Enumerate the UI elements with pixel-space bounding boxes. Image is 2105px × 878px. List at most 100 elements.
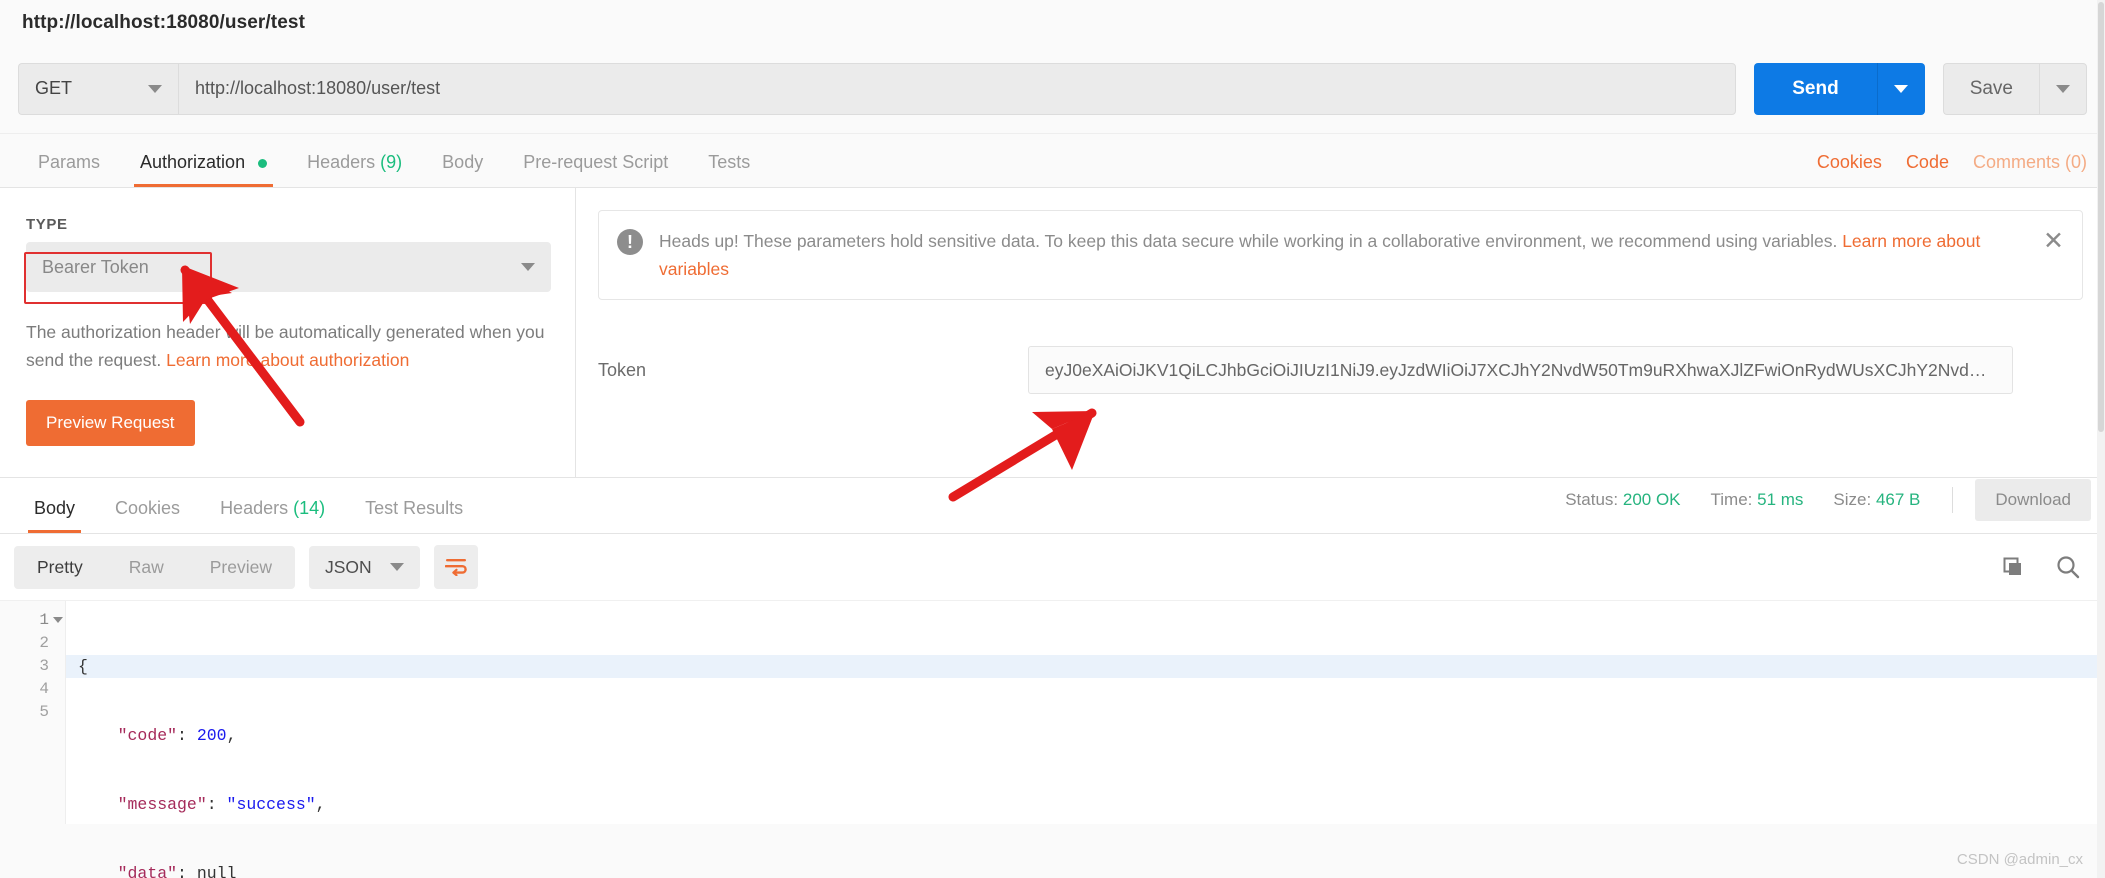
time-value: 51 ms — [1757, 490, 1804, 509]
authorization-config-pane: ! Heads up! These parameters hold sensit… — [576, 188, 2105, 477]
size-label: Size: — [1833, 490, 1872, 509]
cookies-link[interactable]: Cookies — [1817, 152, 1882, 173]
authorization-type-pane: TYPE Bearer Token The authorization head… — [0, 188, 576, 477]
http-method-select[interactable]: GET — [18, 62, 178, 115]
line-number-gutter: 1 2 3 4 5 — [0, 601, 66, 824]
chevron-down-icon — [148, 84, 162, 93]
tab-label: Authorization — [140, 152, 246, 172]
request-bar: GET Send Save — [0, 48, 2105, 134]
chevron-down-icon — [389, 563, 404, 571]
line-number: 4 — [39, 680, 49, 698]
size-badge: Size: 467 B — [1833, 490, 1920, 510]
token-input[interactable] — [1028, 346, 2013, 394]
token-label: Token — [598, 359, 647, 380]
token-row: Token — [598, 346, 2083, 394]
save-options-button[interactable] — [2039, 62, 2087, 115]
response-tab-headers[interactable]: Headers (14) — [200, 498, 345, 533]
send-options-button[interactable] — [1876, 62, 1925, 115]
time-label: Time: — [1710, 490, 1753, 509]
search-icon[interactable] — [2055, 554, 2081, 580]
learn-more-authorization-link[interactable]: Learn more about authorization — [166, 350, 409, 370]
tab-body[interactable]: Body — [422, 152, 503, 187]
sensitive-data-notice: ! Heads up! These parameters hold sensit… — [598, 210, 2083, 300]
status-label: Status: — [1565, 490, 1619, 509]
response-tab-body[interactable]: Body — [14, 498, 95, 533]
type-label: TYPE — [26, 216, 68, 233]
response-tabs: Body Cookies Headers (14) Test Results S… — [0, 478, 2105, 534]
tab-tests[interactable]: Tests — [688, 152, 770, 187]
close-icon[interactable]: ✕ — [2043, 229, 2064, 254]
tab-pre-request-script[interactable]: Pre-request Script — [503, 152, 688, 187]
code-line: "message": "success", — [117, 795, 326, 814]
response-format-select[interactable]: JSON — [308, 545, 420, 589]
request-url-input[interactable] — [178, 62, 1737, 115]
tab-label: Body — [34, 498, 76, 518]
tab-label: Pre-request Script — [523, 152, 669, 172]
response-viewer-toolbar: Pretty Raw Preview JSON — [0, 534, 2105, 600]
authorization-panel: TYPE Bearer Token The authorization head… — [0, 188, 2105, 478]
status-badge: Status: 200 OK — [1565, 490, 1680, 510]
line-number: 5 — [39, 703, 49, 721]
tab-label: Test Results — [365, 498, 464, 518]
code-line: "code": 200, — [117, 726, 237, 745]
tab-params[interactable]: Params — [18, 152, 120, 187]
tab-count: (14) — [293, 498, 326, 518]
status-value: 200 OK — [1622, 490, 1681, 509]
notice-message: Heads up! These parameters hold sensitiv… — [659, 231, 1838, 251]
line-number[interactable]: 1 — [0, 609, 65, 632]
auth-type-value: Bearer Token — [42, 256, 149, 277]
tab-label: Params — [38, 152, 101, 172]
tab-label: Headers — [220, 498, 289, 518]
auth-description: The authorization header will be automat… — [26, 319, 546, 374]
response-tab-cookies[interactable]: Cookies — [95, 498, 200, 533]
chevron-down-icon — [521, 263, 535, 271]
send-button-group: Send — [1754, 62, 1925, 115]
viewer-actions — [2001, 554, 2091, 580]
view-mode-raw[interactable]: Raw — [106, 546, 187, 589]
auth-type-select[interactable]: Bearer Token — [26, 242, 551, 292]
exclamation-circle-icon: ! — [617, 229, 643, 255]
copy-icon[interactable] — [2001, 555, 2025, 579]
tab-label: Headers — [307, 152, 376, 172]
download-button[interactable]: Download — [1975, 479, 2091, 521]
tab-label: Body — [442, 152, 484, 172]
watermark: CSDN @admin_cx — [1956, 851, 2083, 868]
comments-link[interactable]: Comments (0) — [1973, 152, 2087, 173]
vertical-scrollbar[interactable] — [2097, 0, 2105, 878]
fold-toggle-icon[interactable] — [53, 617, 63, 623]
page-title: http://localhost:18080/user/test — [0, 0, 2105, 48]
response-format-value: JSON — [324, 556, 372, 577]
save-button[interactable]: Save — [1942, 62, 2039, 115]
tab-headers[interactable]: Headers (9) — [287, 152, 422, 187]
code-line: { — [66, 655, 2105, 678]
postman-window: http://localhost:18080/user/test GET Sen… — [0, 0, 2105, 878]
request-tabs-actions: Cookies Code Comments (0) — [1793, 152, 2087, 187]
tab-label: Tests — [708, 152, 751, 172]
line-number: 3 — [39, 657, 49, 675]
size-value: 467 B — [1875, 490, 1921, 509]
notice-text: Heads up! These parameters hold sensitiv… — [659, 227, 2043, 283]
chevron-down-icon — [2056, 84, 2070, 93]
view-mode-pretty[interactable]: Pretty — [14, 546, 106, 589]
code-line: "data": null — [117, 864, 237, 878]
response-body-viewer: 1 2 3 4 5 { "code": 200, "message": "suc… — [0, 600, 2105, 878]
request-tabs: Params Authorization Headers (9) Body Pr… — [0, 134, 2105, 188]
preview-request-button[interactable]: Preview Request — [26, 400, 195, 447]
time-badge: Time: 51 ms — [1711, 490, 1804, 510]
word-wrap-icon[interactable] — [433, 545, 478, 589]
tab-count: (9) — [380, 152, 403, 172]
scrollbar-thumb[interactable] — [2098, 2, 2104, 432]
active-indicator-dot — [258, 158, 268, 168]
response-tab-test-results[interactable]: Test Results — [345, 498, 483, 533]
response-body-code[interactable]: { "code": 200, "message": "success", "da… — [66, 601, 2105, 878]
tab-label: Cookies — [115, 498, 181, 518]
divider — [1952, 487, 1954, 513]
line-number: 2 — [39, 634, 49, 652]
http-method-label: GET — [35, 78, 73, 98]
chevron-down-icon — [1894, 84, 1909, 93]
view-mode-preview[interactable]: Preview — [187, 546, 295, 589]
response-meta: Status: 200 OK Time: 51 ms Size: 467 B D… — [1535, 479, 2091, 533]
code-link[interactable]: Code — [1906, 152, 1949, 173]
tab-authorization[interactable]: Authorization — [120, 152, 287, 187]
send-button[interactable]: Send — [1754, 62, 1877, 115]
